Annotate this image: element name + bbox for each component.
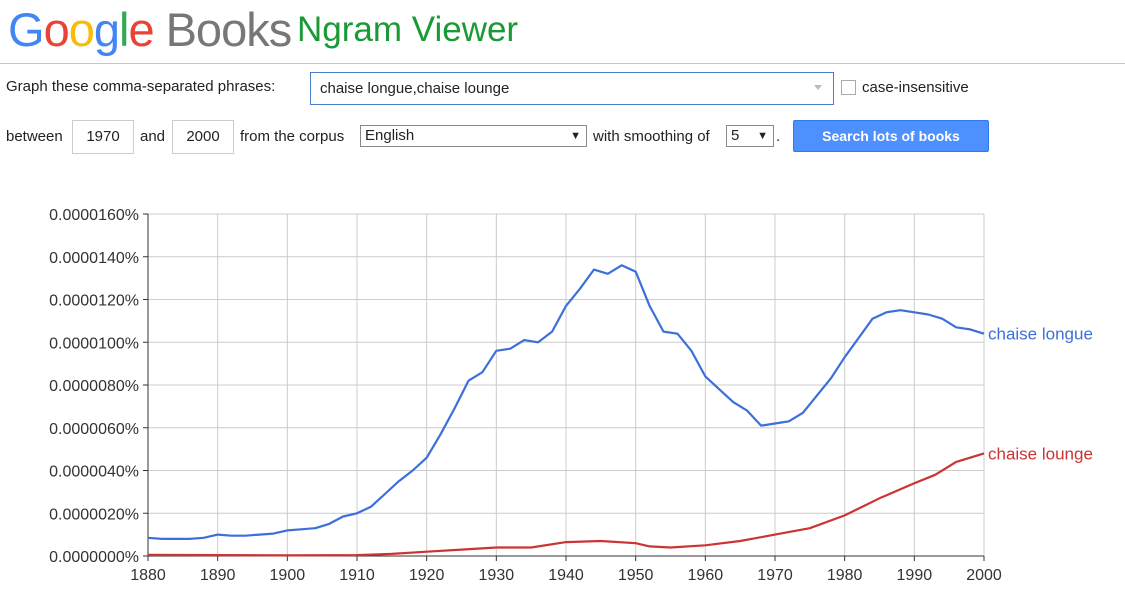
- x-tick-label: 1940: [548, 567, 584, 584]
- y-tick-label: 0.0000060%: [49, 421, 139, 438]
- x-tick-label: 1910: [339, 567, 375, 584]
- x-tick-label: 1920: [409, 567, 445, 584]
- y-tick-label: 0.0000080%: [49, 378, 139, 395]
- x-tick-label: 1970: [757, 567, 793, 584]
- series-label-chaise-lounge: chaise lounge: [988, 444, 1093, 463]
- x-tick-label: 1880: [130, 567, 166, 584]
- y-tick-label: 0.0000160%: [49, 207, 139, 224]
- x-tick-label: 1960: [688, 567, 724, 584]
- x-tick-label: 1900: [270, 567, 306, 584]
- chart-axes: 1880 1890 1900 1910 1920 1930 1940 1950 1960 1970…: [49, 207, 1002, 584]
- x-tick-label: 1980: [827, 567, 863, 584]
- x-tick-label: 1950: [618, 567, 654, 584]
- chart-labels: chaise longue chaise lounge: [988, 325, 1093, 464]
- y-tick-label: 0.0000000%: [49, 549, 139, 566]
- x-tick-label: 1990: [897, 567, 933, 584]
- ngram-chart: 1880 1890 1900 1910 1920 1930 1940 1950 1960 1970…: [49, 207, 1093, 584]
- y-tick-label: 0.0000140%: [49, 250, 139, 267]
- x-tick-label: 1930: [479, 567, 515, 584]
- chart-grid: [147, 213, 985, 557]
- y-tick-label: 0.0000120%: [49, 293, 139, 310]
- x-tick-label: 2000: [966, 567, 1002, 584]
- y-tick-label: 0.0000020%: [49, 506, 139, 523]
- y-tick-label: 0.0000100%: [49, 335, 139, 352]
- x-tick-label: 1890: [200, 567, 236, 584]
- series-label-chaise-longue: chaise longue: [988, 325, 1093, 344]
- y-tick-label: 0.0000040%: [49, 464, 139, 481]
